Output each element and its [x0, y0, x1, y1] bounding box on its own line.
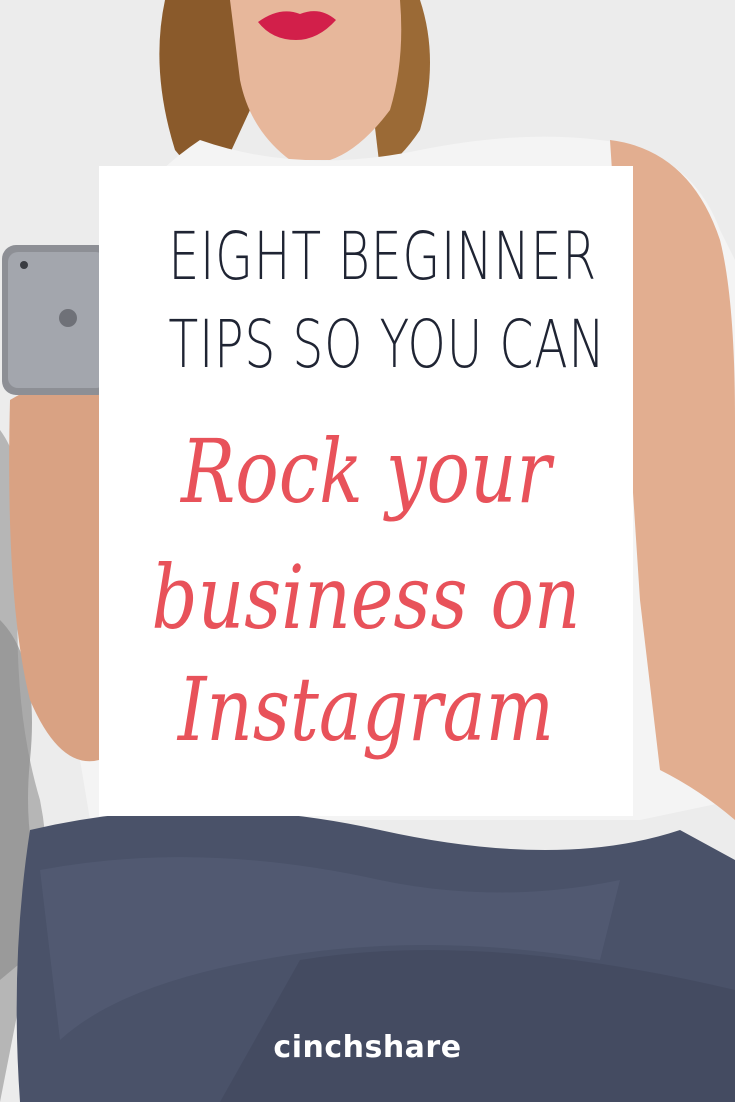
script-title-line-3: Instagram	[177, 658, 555, 761]
brand-logo-text: cinchshare	[273, 1030, 462, 1065]
pin-graphic: EIGHT BEGINNER TIPS SO YOU CAN Rock your…	[0, 0, 735, 1102]
title-card: EIGHT BEGINNER TIPS SO YOU CAN Rock your…	[99, 166, 633, 816]
headline-line-2: TIPS SO YOU CAN	[168, 306, 606, 383]
script-title-line-1: Rock your	[180, 420, 552, 523]
script-title-line-2: business on	[151, 546, 581, 649]
headline-line-1: EIGHT BEGINNER	[168, 218, 597, 295]
